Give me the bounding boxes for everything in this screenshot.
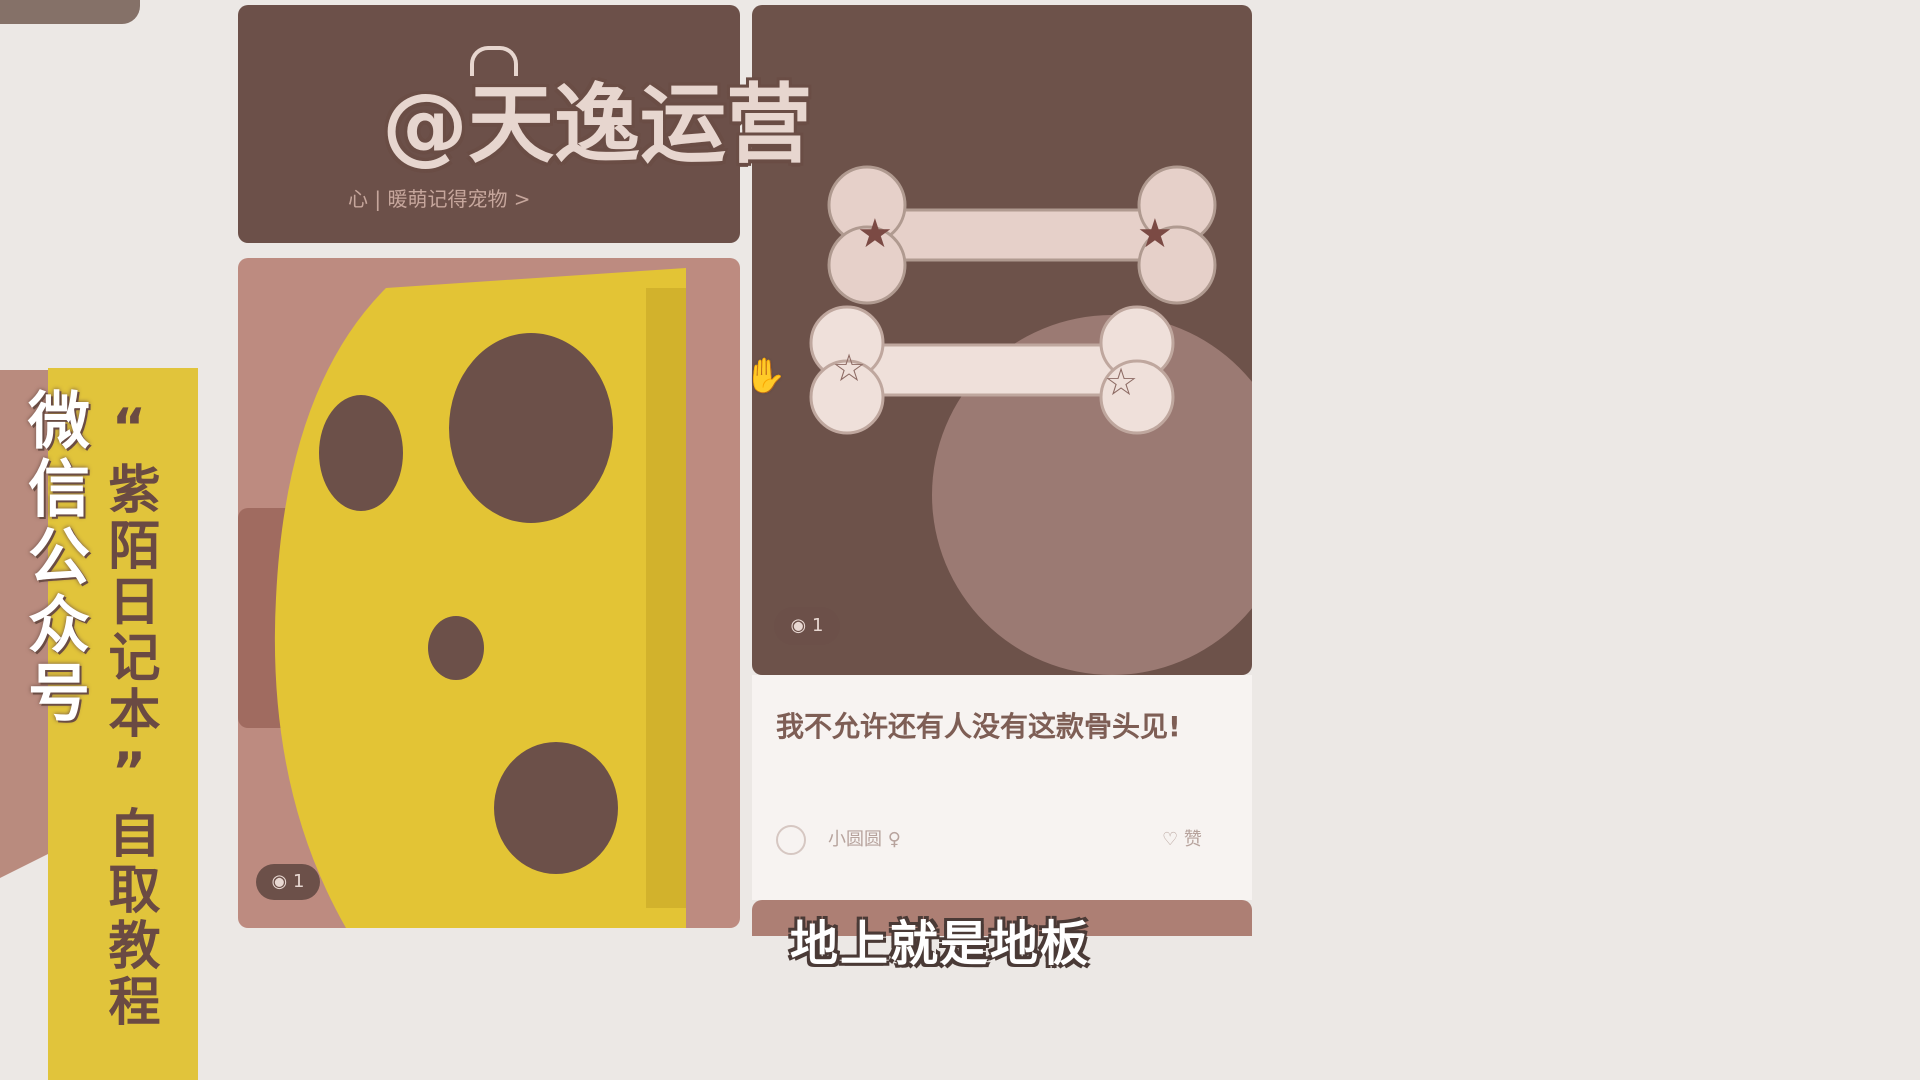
like-button[interactable]: ♡ 赞 xyxy=(1162,825,1202,851)
corner-smudge xyxy=(0,0,140,24)
promo-label: “紫陌日记本”自取教程 xyxy=(99,398,159,1030)
card-subtitle: 心 | 暖萌记得宠物 > xyxy=(348,187,531,211)
bone-toy-image: ★ ★ xyxy=(827,165,1217,305)
feed-card-bone-toy[interactable]: ★ ★ ☆ ☆ ◉ 1 xyxy=(752,5,1252,675)
svg-text:★: ★ xyxy=(857,211,893,257)
wechat-label: 微信公众号 xyxy=(17,388,90,728)
author-row[interactable]: 小圆圆 ♀ xyxy=(776,825,901,855)
video-subtitle: 地上就是地板 xyxy=(790,916,1091,972)
view-count-badge: ◉ 1 xyxy=(256,864,320,900)
hand-cursor-icon: ✋ xyxy=(744,356,787,396)
author-name[interactable]: 小圆圆 ♀ xyxy=(828,829,901,850)
bone-toy-image: ☆ ☆ xyxy=(809,305,1175,435)
avatar[interactable] xyxy=(776,825,806,855)
svg-text:☆: ☆ xyxy=(832,346,866,390)
cheese-toy-image xyxy=(274,268,686,928)
view-count-badge: ◉ 1 xyxy=(774,607,840,645)
feed-card-cheese-toy[interactable]: ◉ 1 xyxy=(238,258,740,928)
watermark: @天逸运营 xyxy=(382,75,812,175)
post-title[interactable]: 我不允许还有人没有这款骨头见! xyxy=(776,703,1216,751)
svg-text:☆: ☆ xyxy=(1104,360,1138,404)
svg-text:★: ★ xyxy=(1137,211,1173,257)
post-text-area[interactable]: 我不允许还有人没有这款骨头见! 小圆圆 ♀ ♡ 赞 xyxy=(752,675,1252,900)
